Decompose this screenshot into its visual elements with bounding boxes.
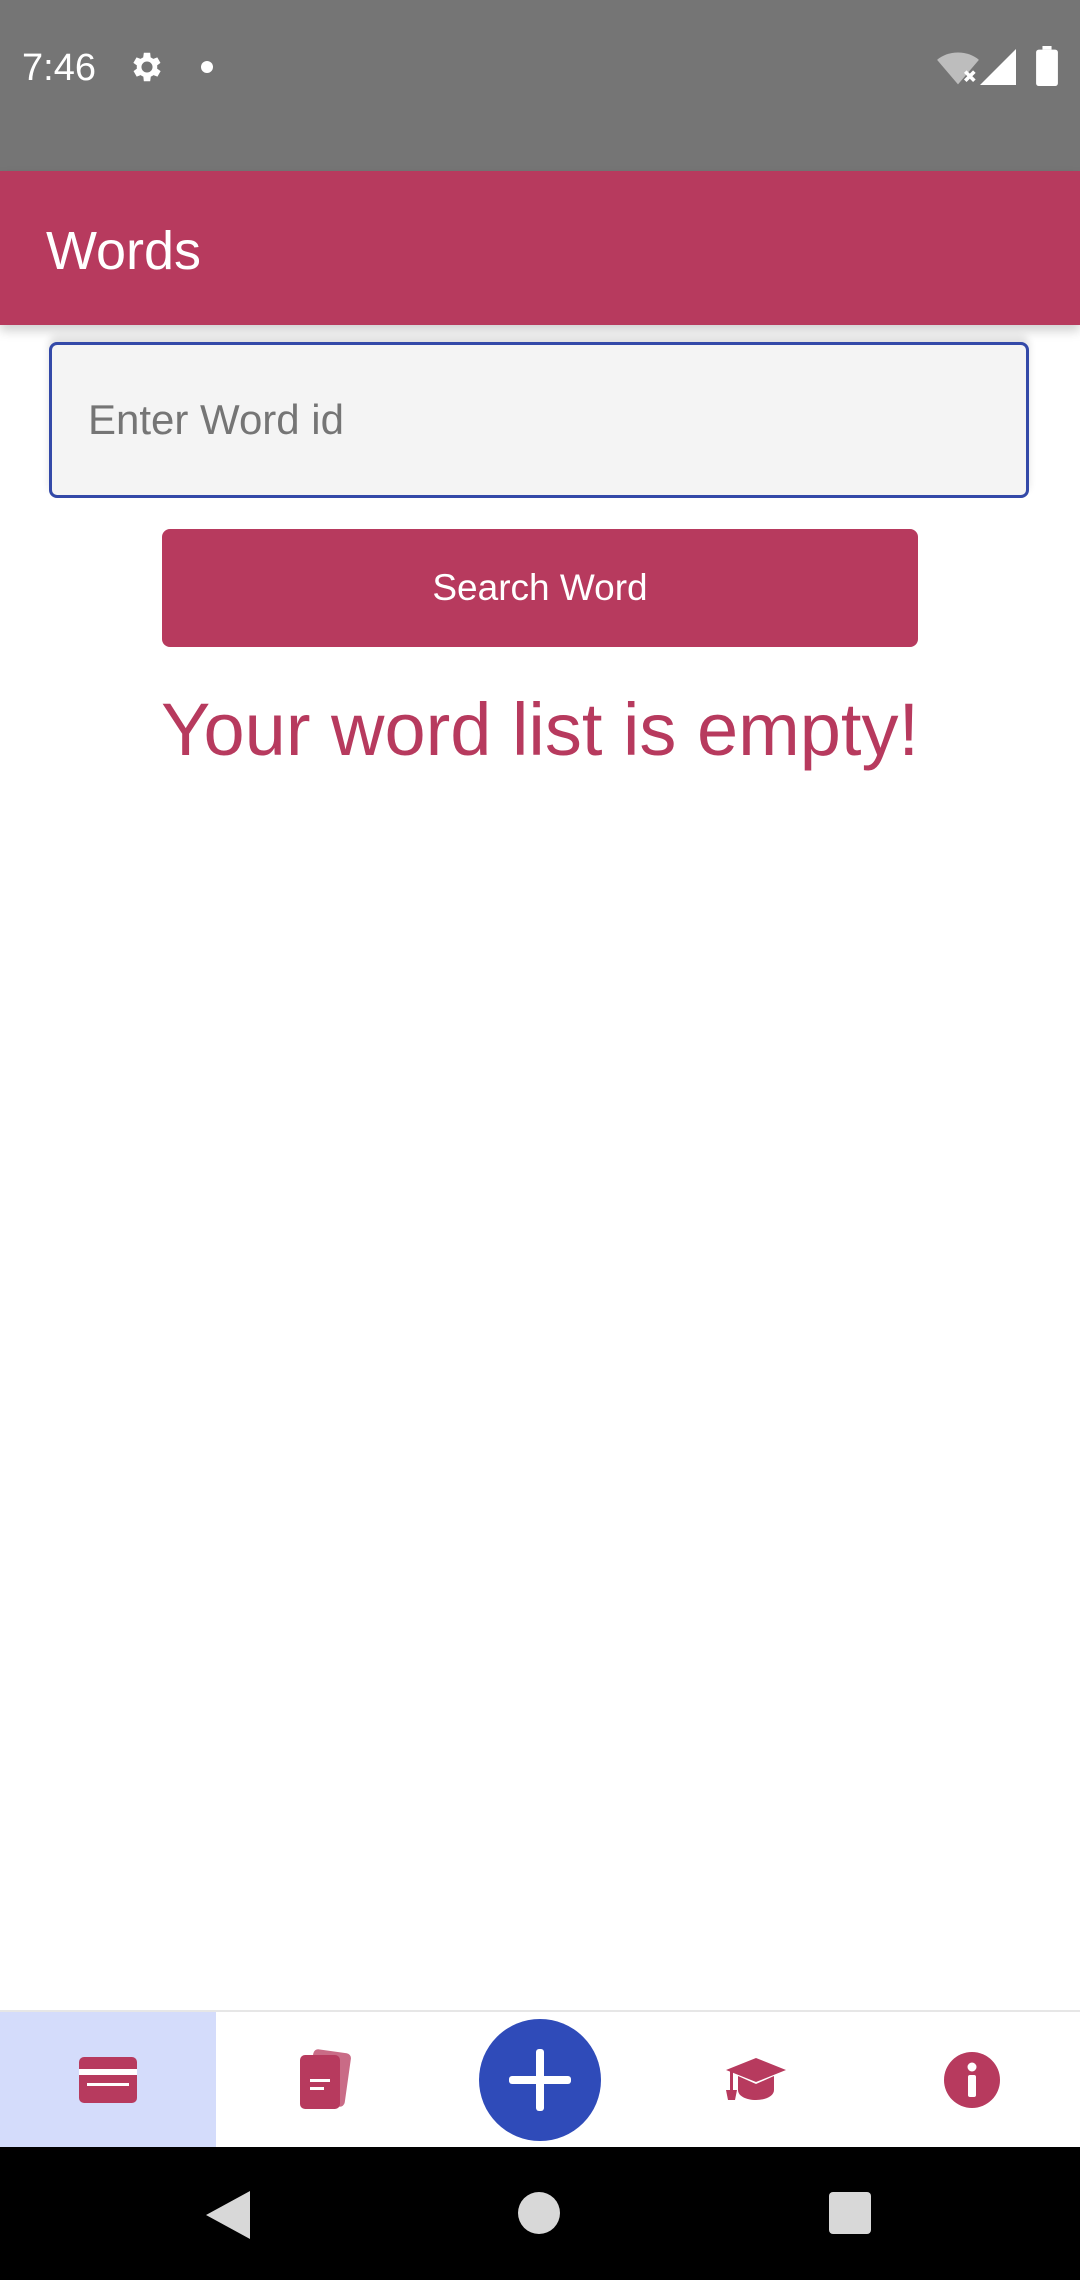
nav-item-add[interactable] <box>432 2012 648 2147</box>
bottom-navigation <box>0 2010 1080 2147</box>
nav-item-info[interactable] <box>864 2012 1080 2147</box>
system-navigation-bar <box>0 2147 1080 2280</box>
info-icon <box>944 2051 1000 2108</box>
signal-icon <box>980 49 1016 85</box>
recents-icon[interactable] <box>829 2192 871 2234</box>
page-title: Words <box>46 221 202 281</box>
search-word-button[interactable]: Search Word <box>162 529 918 647</box>
status-time: 7:46 <box>22 47 96 89</box>
home-icon[interactable] <box>518 2192 560 2234</box>
status-bar: 7:46 <box>0 0 1080 171</box>
search-field[interactable] <box>49 342 1029 498</box>
word-id-input[interactable] <box>52 345 1026 495</box>
nav-item-learn[interactable] <box>648 2012 864 2147</box>
back-icon[interactable] <box>204 2189 252 2241</box>
screen: 7:46 Words Search Word Your word list is… <box>0 0 1080 2280</box>
add-button[interactable] <box>479 2018 601 2141</box>
graduation-cap-icon <box>726 2057 786 2100</box>
plus-icon <box>509 2048 571 2111</box>
empty-list-message: Your word list is empty! <box>160 688 920 771</box>
notification-dot-icon <box>201 61 213 73</box>
stacked-cards-icon <box>300 2048 351 2109</box>
battery-icon <box>1036 46 1058 86</box>
app-bar: Words <box>0 171 1080 325</box>
nav-item-words[interactable] <box>0 2012 216 2147</box>
card-icon <box>79 2056 137 2103</box>
nav-item-cards[interactable] <box>216 2012 432 2147</box>
wifi-off-icon <box>937 52 979 85</box>
gear-icon <box>133 52 161 82</box>
